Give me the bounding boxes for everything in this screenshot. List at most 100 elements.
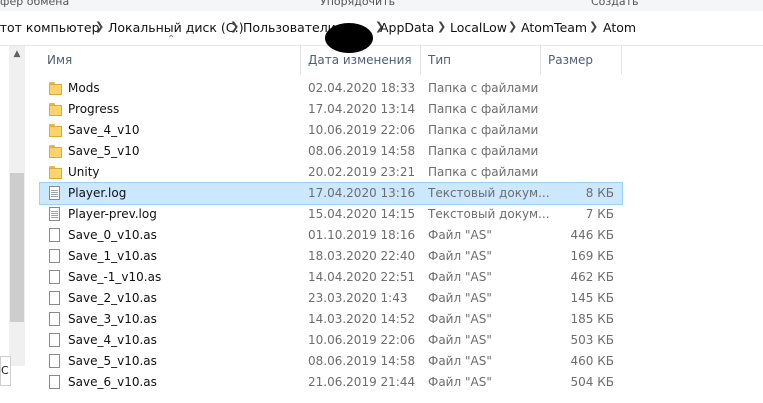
breadcrumb-users[interactable]: Пользователи <box>243 20 336 35</box>
breadcrumb[interactable]: Этот компьютер ❯ Локальный диск (C:) ❯ П… <box>0 11 763 53</box>
breadcrumb-atomteam[interactable]: AtomTeam <box>521 20 587 35</box>
file-icon <box>48 375 60 389</box>
scrollbar-thumb[interactable] <box>10 173 24 322</box>
chevron-right-icon[interactable]: ❯ <box>508 20 517 33</box>
file-type: Папка с файлами <box>428 102 539 116</box>
breadcrumb-local-disk[interactable]: Локальный диск (C:) <box>108 20 244 35</box>
file-name: Unity <box>68 165 100 179</box>
file-icon <box>48 270 60 284</box>
file-row[interactable]: Save_5_v10.as 08.06.2019 14:58 Файл "AS" 46… <box>40 351 622 372</box>
chevron-right-icon[interactable]: ❯ <box>589 20 598 33</box>
file-size: 169 КБ <box>570 249 614 263</box>
ribbon-create-label: Создать <box>591 0 639 8</box>
file-row[interactable]: Save_0_v10.as 01.10.2019 18:16 Файл "AS" 44… <box>40 225 622 246</box>
chevron-right-icon[interactable]: ❯ <box>230 20 239 33</box>
file-type: Файл "AS" <box>428 354 492 368</box>
file-row[interactable]: Save_3_v10.as 14.03.2020 14:52 Файл "AS" 18… <box>40 309 622 330</box>
file-date: 17.04.2020 13:16 <box>308 186 416 200</box>
file-size: 504 КБ <box>570 375 614 389</box>
file-size: 145 КБ <box>570 291 614 305</box>
file-type: Текстовый докум... <box>428 186 550 200</box>
file-date: 21.06.2019 21:44 <box>308 375 416 389</box>
scroll-up-arrow-icon[interactable]: ▲ <box>9 46 25 63</box>
file-date: 10.06.2019 22:06 <box>308 333 416 347</box>
breadcrumb-this-pc[interactable]: Этот компьютер <box>0 20 100 35</box>
breadcrumb-appdata[interactable]: AppData <box>380 20 434 35</box>
nav-pane-scrollbar[interactable]: ▲ <box>9 46 25 366</box>
chevron-right-icon[interactable]: ❯ <box>437 20 446 33</box>
folder-icon <box>48 102 62 117</box>
file-size: 460 КБ <box>570 354 614 368</box>
breadcrumb-locallow[interactable]: LocalLow <box>450 20 507 35</box>
folder-icon <box>48 123 62 138</box>
file-row[interactable]: Save_1_v10.as 18.03.2020 22:40 Файл "AS" 16… <box>40 246 622 267</box>
drive-label: C: <box>1 364 10 377</box>
column-header-date[interactable]: Дата изменения <box>301 46 421 74</box>
file-date: 23.03.2020 1:43 <box>308 291 408 305</box>
ribbon-clipboard-label: Буфер обмена <box>0 0 70 8</box>
file-type: Файл "AS" <box>428 270 492 284</box>
file-list: Mods 02.04.2020 18:33 Папка с файлами Progr… <box>39 78 623 393</box>
file-date: 15.04.2020 14:15 <box>308 207 416 221</box>
file-name: Save_4_v10.as <box>68 333 157 347</box>
nav-pane-drive-item[interactable]: C: <box>0 356 11 386</box>
file-row[interactable]: Player-prev.log 15.04.2020 14:15 Текстовый… <box>40 204 622 225</box>
file-icon <box>48 249 60 263</box>
file-date: 08.06.2019 14:58 <box>308 354 416 368</box>
ribbon-group-labels: Буфер обмена Упорядочить Создать <box>0 0 763 11</box>
file-name: Save_3_v10.as <box>68 312 157 326</box>
folder-icon <box>48 81 62 96</box>
file-row[interactable]: Save_-1_v10.as 14.04.2020 22:51 Файл "AS" 4… <box>40 267 622 288</box>
file-name: Save_0_v10.as <box>68 228 157 242</box>
file-row[interactable]: Save_4_v10 10.06.2019 22:06 Папка с файлам… <box>40 120 622 141</box>
breadcrumb-atom[interactable]: Atom <box>603 20 636 35</box>
column-header-size[interactable]: Размер <box>541 46 622 74</box>
file-size: 503 КБ <box>570 333 614 347</box>
file-size: 462 КБ <box>570 270 614 284</box>
file-row[interactable]: Save_4_v10.as 10.06.2019 22:06 Файл "AS" 50… <box>40 330 622 351</box>
file-name: Mods <box>68 81 100 95</box>
file-row[interactable]: Save_2_v10.as 23.03.2020 1:43 Файл "AS" 145… <box>40 288 622 309</box>
chevron-right-icon[interactable]: ❯ <box>95 20 104 33</box>
column-header-type[interactable]: Тип <box>421 46 541 74</box>
file-name: Save_4_v10 <box>68 123 140 137</box>
file-icon <box>48 354 60 368</box>
text-file-icon <box>48 207 60 221</box>
file-size: 7 КБ <box>585 207 614 221</box>
file-date: 20.02.2019 23:21 <box>308 165 416 179</box>
file-row[interactable]: Mods 02.04.2020 18:33 Папка с файлами <box>40 78 622 99</box>
folder-icon <box>48 165 62 180</box>
file-row[interactable]: Progress 17.04.2020 13:14 Папка с файлами <box>40 99 622 120</box>
file-name: Player-prev.log <box>68 207 157 221</box>
ribbon-organize-label: Упорядочить <box>320 0 396 8</box>
file-type: Папка с файлами <box>428 144 539 158</box>
file-type: Файл "AS" <box>428 249 492 263</box>
file-type: Файл "AS" <box>428 312 492 326</box>
file-row[interactable]: Unity 20.02.2019 23:21 Папка с файлами <box>40 162 622 183</box>
file-date: 14.03.2020 14:52 <box>308 312 416 326</box>
sort-ascending-icon: ⌃ <box>167 34 176 45</box>
file-row[interactable]: Player.log 17.04.2020 13:16 Текстовый доку… <box>39 182 623 205</box>
folder-icon <box>48 144 62 159</box>
file-name: Save_2_v10.as <box>68 291 157 305</box>
file-name: Save_-1_v10.as <box>68 270 162 284</box>
file-type: Файл "AS" <box>428 228 492 242</box>
file-icon <box>48 228 60 242</box>
column-header-name[interactable]: Имя <box>40 46 301 74</box>
file-size: 185 КБ <box>570 312 614 326</box>
file-icon <box>48 312 60 326</box>
file-name: Progress <box>68 102 120 116</box>
file-date: 01.10.2019 18:16 <box>308 228 416 242</box>
file-date: 18.03.2020 22:40 <box>308 249 416 263</box>
file-type: Папка с файлами <box>428 81 539 95</box>
file-size: 446 КБ <box>570 228 614 242</box>
file-name: Save_5_v10.as <box>68 354 157 368</box>
file-icon <box>48 333 60 347</box>
file-row[interactable]: Save_6_v10.as 21.06.2019 21:44 Файл "AS" 50… <box>40 372 622 393</box>
file-name: Save_6_v10.as <box>68 375 157 389</box>
text-file-icon <box>48 186 60 200</box>
file-row[interactable]: Save_5_v10 08.06.2019 14:58 Папка с файлам… <box>40 141 622 162</box>
file-name: Save_1_v10.as <box>68 249 157 263</box>
file-name: Save_5_v10 <box>68 144 140 158</box>
file-name: Player.log <box>68 186 127 200</box>
